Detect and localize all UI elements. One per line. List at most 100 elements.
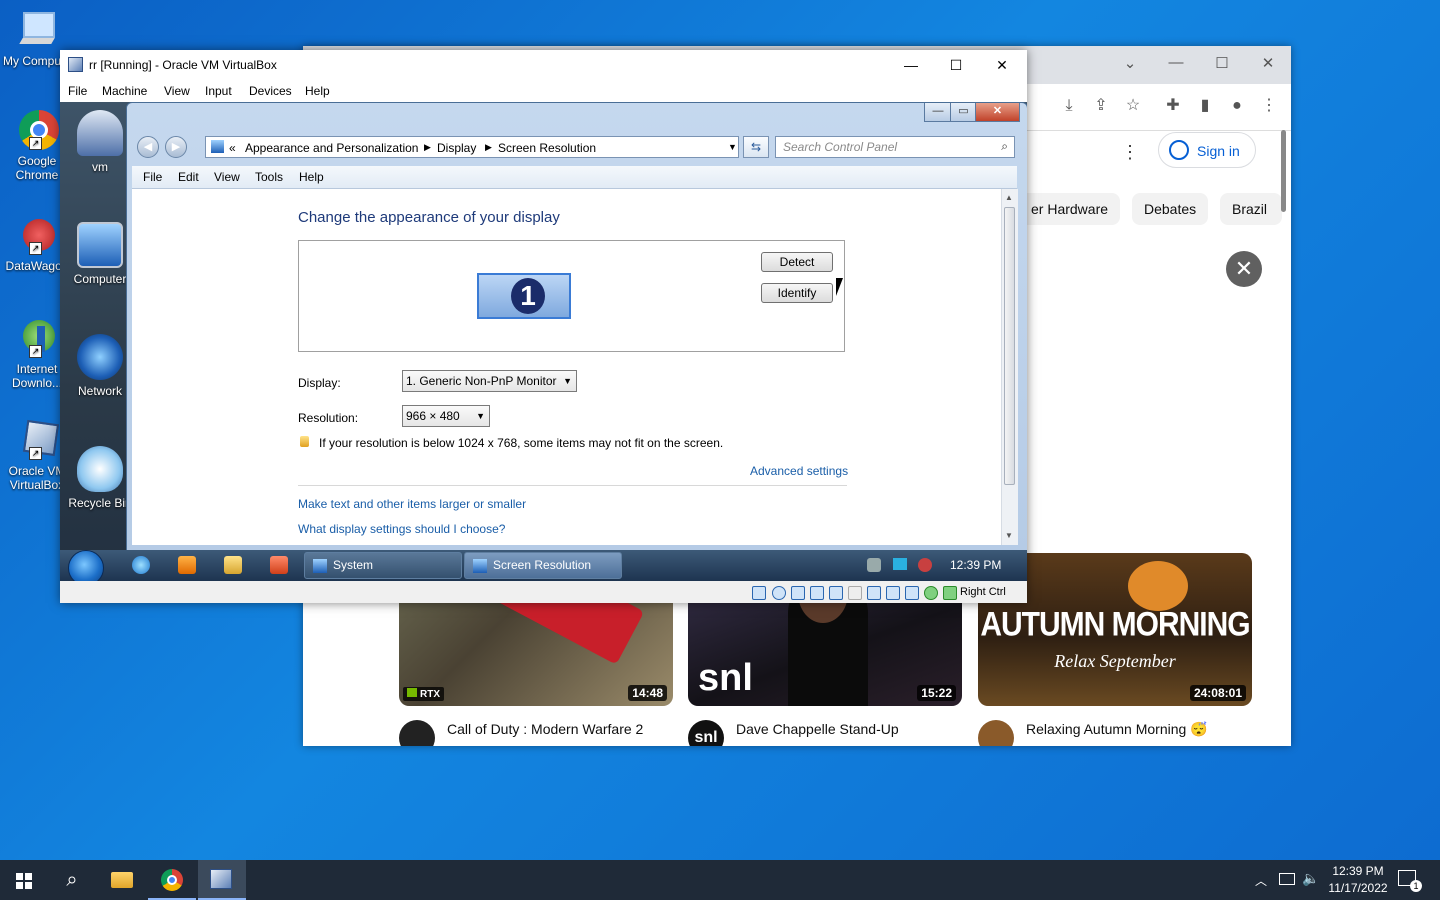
search-icon[interactable]: ⌕: [1001, 139, 1008, 154]
chip-debates[interactable]: Debates: [1132, 193, 1209, 225]
scroll-up-icon[interactable]: ▲: [1005, 193, 1013, 202]
volume-icon[interactable]: 🔈: [1302, 870, 1319, 887]
breadcrumb-appearance[interactable]: Appearance and Personalization: [245, 141, 418, 155]
chip-brazil[interactable]: Brazil: [1220, 193, 1282, 225]
maximize-icon[interactable]: ☐: [1207, 54, 1237, 72]
breadcrumb-separator-icon[interactable]: ▶: [485, 142, 492, 153]
clock[interactable]: 12:39 PM 11/17/2022: [1318, 863, 1398, 897]
close-icon[interactable]: ✕: [1253, 54, 1283, 72]
video-title[interactable]: Call of Duty : Modern Warfare 2: [447, 721, 643, 737]
minimize-button[interactable]: —: [924, 103, 952, 122]
menu-file[interactable]: File: [68, 84, 87, 98]
cpu-status-icon[interactable]: [905, 586, 919, 600]
sign-in-button[interactable]: Sign in: [1158, 132, 1256, 168]
menu-machine[interactable]: Machine: [102, 84, 147, 98]
refresh-icon[interactable]: ⇆: [743, 136, 769, 158]
search-control-panel-input[interactable]: Search Control Panel ⌕: [775, 136, 1015, 158]
dismiss-close-icon[interactable]: ✕: [1226, 251, 1262, 287]
menu-tools[interactable]: Tools: [255, 170, 283, 184]
make-text-larger-link[interactable]: Make text and other items larger or smal…: [298, 497, 526, 511]
tab-search-icon[interactable]: ⌄: [1115, 54, 1145, 72]
search-icon[interactable]: ⌕: [48, 860, 96, 900]
channel-avatar[interactable]: snl: [688, 720, 724, 746]
close-button[interactable]: ✕: [980, 54, 1024, 76]
monitor-1[interactable]: 1: [477, 273, 571, 319]
menu-input[interactable]: Input: [205, 84, 232, 98]
network-icon[interactable]: [1279, 873, 1295, 885]
start-button[interactable]: [0, 860, 48, 900]
forward-button[interactable]: ▶: [165, 136, 187, 158]
close-button[interactable]: ✕: [975, 103, 1020, 122]
menu-devices[interactable]: Devices: [249, 84, 292, 98]
display-select[interactable]: 1. Generic Non-PnP Monitor ▼: [402, 370, 577, 392]
task-screen-resolution[interactable]: Screen Resolution: [464, 552, 622, 579]
video-title[interactable]: Dave Chappelle Stand-Up: [736, 721, 899, 737]
tray-network-icon[interactable]: [893, 558, 907, 570]
hard-disk-status-icon[interactable]: [752, 586, 766, 600]
display-settings-help-link[interactable]: What display settings should I choose?: [298, 522, 505, 536]
explorer-folder-icon[interactable]: [224, 556, 242, 574]
profile-icon[interactable]: ●: [1227, 96, 1247, 116]
menu-help[interactable]: Help: [299, 170, 324, 184]
menu-help[interactable]: Help: [305, 84, 330, 98]
display-status-icon[interactable]: [867, 586, 881, 600]
menu-edit[interactable]: Edit: [178, 170, 199, 184]
tray-vbox-icon[interactable]: [867, 558, 881, 572]
breadcrumb-overflow[interactable]: «: [229, 141, 236, 155]
share-icon[interactable]: ⇪: [1091, 96, 1111, 116]
video-title[interactable]: Relaxing Autumn Morning 😴: [1026, 721, 1208, 738]
chip-hardware[interactable]: er Hardware: [1011, 193, 1121, 225]
breadcrumb-separator-icon[interactable]: ▶: [424, 142, 431, 153]
breadcrumb-display[interactable]: Display: [437, 141, 476, 155]
recording-status-icon[interactable]: [886, 586, 900, 600]
channel-avatar[interactable]: [399, 720, 435, 746]
scroll-thumb[interactable]: [1004, 207, 1015, 485]
side-panel-icon[interactable]: ▮: [1195, 96, 1215, 116]
resolution-select[interactable]: 966 × 480 ▼: [402, 405, 490, 427]
file-explorer-icon[interactable]: [98, 860, 146, 900]
page-scrollbar[interactable]: [1281, 130, 1286, 212]
bookmark-star-icon[interactable]: ☆: [1123, 96, 1143, 116]
tray-volume-icon[interactable]: [918, 558, 932, 572]
chrome-taskbar-icon[interactable]: [148, 860, 196, 900]
guest-clock[interactable]: 12:39 PM: [950, 558, 1001, 572]
app-icon[interactable]: [270, 556, 288, 574]
menu-view[interactable]: View: [164, 84, 190, 98]
keyboard-status-icon[interactable]: [943, 586, 957, 600]
advanced-settings-link[interactable]: Advanced settings: [750, 464, 848, 478]
scroll-down-icon[interactable]: ▼: [1005, 531, 1013, 540]
extensions-icon[interactable]: ✚: [1163, 96, 1183, 116]
media-player-icon[interactable]: [178, 556, 196, 574]
minimize-button[interactable]: —: [889, 54, 933, 76]
task-system[interactable]: System: [304, 552, 462, 579]
address-dropdown-icon[interactable]: ▼: [728, 142, 737, 152]
mouse-integration-status-icon[interactable]: [924, 586, 938, 600]
optical-drive-status-icon[interactable]: [772, 586, 786, 600]
start-orb-icon[interactable]: [68, 550, 104, 581]
channel-avatar[interactable]: [978, 720, 1014, 746]
download-icon[interactable]: ⤓: [1059, 96, 1079, 116]
chrome-menu-icon[interactable]: ⋮: [1259, 96, 1279, 116]
show-hidden-icons-icon[interactable]: ︿: [1255, 872, 1267, 889]
audio-status-icon[interactable]: [791, 586, 805, 600]
maximize-button[interactable]: ☐: [934, 54, 978, 76]
back-button[interactable]: ◀: [137, 136, 159, 158]
breadcrumb-screen-resolution[interactable]: Screen Resolution: [498, 141, 596, 155]
host-key-label[interactable]: Right Ctrl: [960, 586, 1006, 598]
minimize-icon[interactable]: —: [1161, 54, 1191, 71]
maximize-button[interactable]: ▭: [950, 103, 977, 122]
virtualbox-taskbar-icon[interactable]: [198, 860, 246, 900]
menu-file[interactable]: File: [143, 170, 162, 184]
internet-explorer-icon[interactable]: [132, 556, 150, 574]
youtube-more-icon[interactable]: ⋮: [1121, 142, 1139, 163]
menu-view[interactable]: View: [214, 170, 240, 184]
identify-button[interactable]: Identify: [761, 283, 833, 303]
address-bar[interactable]: « Appearance and Personalization ▶ Displ…: [205, 136, 739, 158]
vertical-scrollbar[interactable]: ▲ ▼: [1001, 189, 1018, 545]
virtualbox-titlebar[interactable]: rr [Running] - Oracle VM VirtualBox — ☐ …: [60, 50, 1027, 80]
notifications-icon[interactable]: 1: [1398, 870, 1422, 892]
usb-status-icon[interactable]: [829, 586, 843, 600]
shared-folders-status-icon[interactable]: [848, 586, 862, 600]
network-status-icon[interactable]: [810, 586, 824, 600]
detect-button[interactable]: Detect: [761, 252, 833, 272]
